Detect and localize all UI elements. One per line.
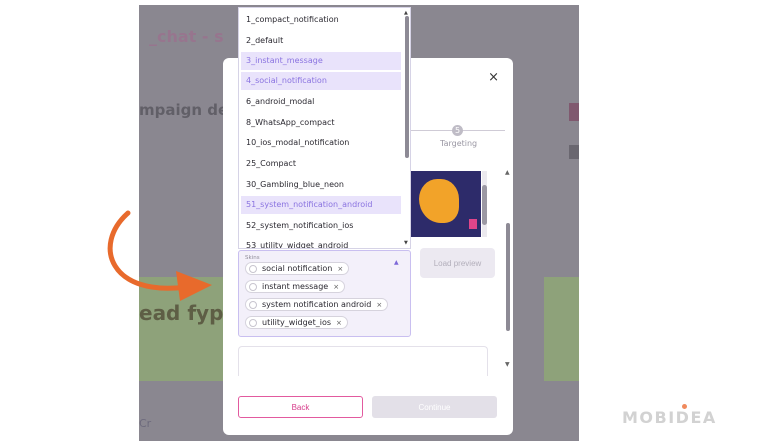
background-fragment (569, 103, 579, 121)
remove-icon[interactable]: × (376, 301, 382, 309)
dropdown-option[interactable]: 8_WhatsApp_compact (241, 114, 401, 132)
skin-chip-label: system notification android (262, 300, 372, 309)
preview-flag (469, 219, 477, 229)
dropdown-option[interactable]: 6_android_modal (241, 93, 401, 111)
dropdown-option-selected[interactable]: 51_system_notification_android (241, 196, 401, 214)
skin-chip-label: utility_widget_ios (262, 318, 332, 327)
skins-label: Skins (245, 255, 260, 261)
screen: _chat - s mpaign deal ead fyp Cr × 5 Tar… (0, 0, 768, 448)
background-title-text: _chat - s (149, 27, 224, 46)
skins-dropdown-list[interactable]: 1_compact_notification 2_default 3_insta… (238, 7, 411, 249)
scroll-down-icon[interactable]: ▼ (505, 361, 510, 368)
skins-multiselect[interactable]: Skins ▲ social notification × instant me… (238, 250, 411, 337)
circle-icon (249, 318, 257, 327)
background-card-green-right (544, 277, 579, 381)
remove-icon[interactable]: × (333, 283, 339, 291)
fortune-cookie-icon (419, 179, 459, 223)
close-icon[interactable]: × (488, 70, 499, 85)
circle-icon (249, 264, 257, 273)
scrollbar-thumb[interactable] (506, 223, 510, 331)
scroll-down-icon[interactable]: ▼ (404, 240, 408, 246)
dropdown-option[interactable]: 2_default (241, 32, 401, 50)
mobidea-logo: MOBIDEA (622, 408, 717, 427)
load-preview-button[interactable]: Load preview (420, 248, 495, 278)
skin-chip[interactable]: utility_widget_ios × (245, 316, 348, 329)
skin-chip[interactable]: system notification android × (245, 298, 389, 311)
chevron-up-icon[interactable]: ▲ (394, 259, 399, 266)
curved-arrow-icon (107, 210, 212, 301)
background-link: Cr (139, 417, 152, 430)
continue-button[interactable]: Continue (372, 396, 497, 418)
skin-chip-label: social notification (262, 264, 333, 273)
remove-icon[interactable]: × (337, 265, 343, 273)
dropdown-option[interactable]: 53_utility_widget_android (241, 237, 401, 248)
circle-icon (249, 300, 257, 309)
background-fragment (569, 145, 579, 159)
dropdown-option[interactable]: 1_compact_notification (241, 11, 401, 29)
dropdown-option[interactable]: 10_ios_modal_notification (241, 134, 401, 152)
step-label-targeting: Targeting (440, 139, 478, 148)
preview-image (409, 171, 481, 237)
scrollbar-thumb[interactable] (405, 16, 409, 158)
circle-icon (249, 282, 257, 291)
skin-chip[interactable]: instant message × (245, 280, 346, 293)
step-indicator: 5 (452, 125, 463, 136)
skin-chip-label: instant message (262, 282, 329, 291)
dropdown-option-selected[interactable]: 4_social_notification (241, 72, 401, 90)
back-button[interactable]: Back (238, 396, 363, 418)
modal-scrollbar[interactable] (506, 223, 511, 363)
text-area-field[interactable] (238, 346, 488, 376)
dropdown-option[interactable]: 25_Compact (241, 155, 401, 173)
skin-chip[interactable]: social notification × (245, 262, 350, 275)
dropdown-option[interactable]: 30_Gambling_blue_neon (241, 176, 401, 194)
dropdown-scrollbar[interactable] (405, 10, 410, 248)
remove-icon[interactable]: × (336, 319, 342, 327)
dropdown-option[interactable]: 52_system_notification_ios (241, 217, 401, 235)
preview-scrollbar[interactable] (482, 171, 487, 237)
dropdown-option-selected[interactable]: 3_instant_message (241, 52, 401, 70)
scroll-up-icon[interactable]: ▲ (505, 169, 510, 176)
scrollbar-thumb[interactable] (482, 185, 487, 225)
